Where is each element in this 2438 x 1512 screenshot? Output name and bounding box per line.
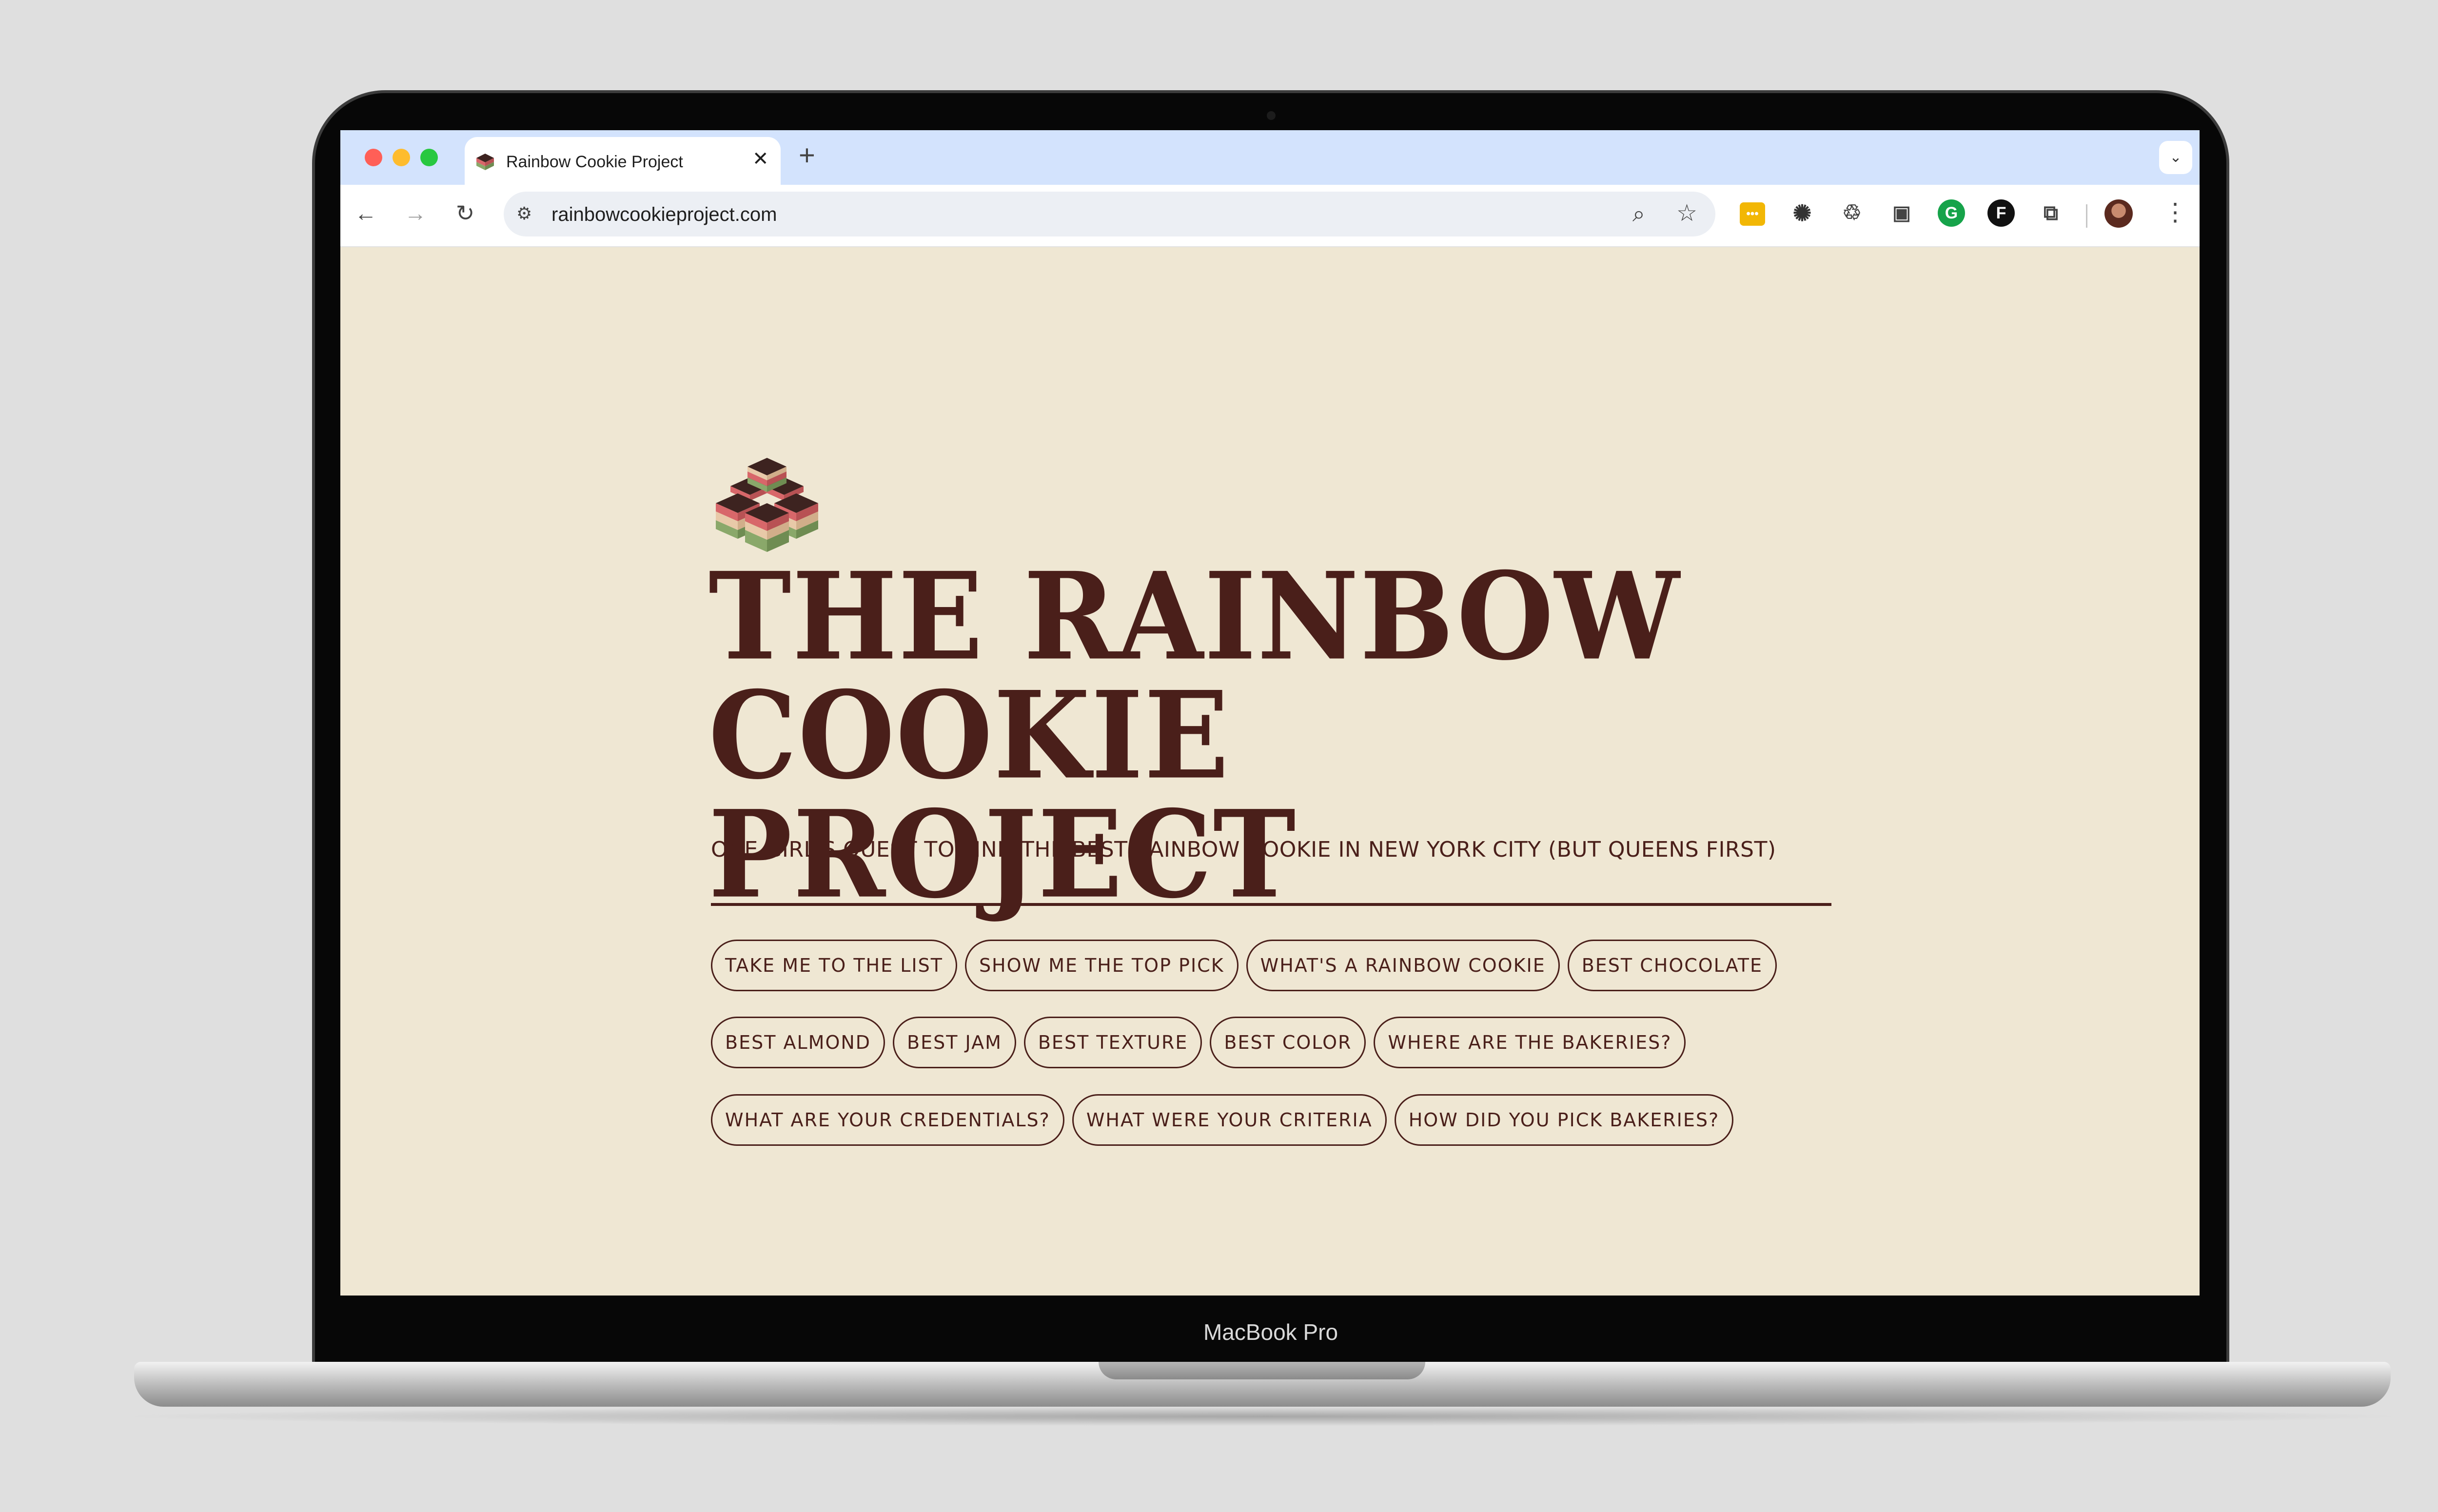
link-row-2: BEST ALMOND BEST JAM BEST TEXTURE BEST C… [711, 1017, 1686, 1068]
cookie-favicon-icon [476, 154, 494, 170]
zoom-icon[interactable]: ⌕ [1632, 200, 1645, 228]
maximize-window-button[interactable] [420, 149, 438, 166]
close-tab-icon[interactable]: ✕ [752, 148, 769, 170]
link-best-jam[interactable]: BEST JAM [893, 1017, 1016, 1068]
tab-search-icon[interactable]: ⌄ [2159, 141, 2192, 174]
tab-title: Rainbow Cookie Project [506, 153, 683, 171]
device-label: MacBook Pro [1203, 1319, 1338, 1345]
tab-rainbow-cookie-project[interactable]: Rainbow Cookie Project ✕ [465, 137, 781, 185]
bookmark-star-icon[interactable]: ☆ [1676, 199, 1697, 227]
link-how-did-you-pick-bakeries[interactable]: HOW DID YOU PICK BAKERIES? [1394, 1094, 1734, 1146]
link-where-are-the-bakeries[interactable]: WHERE ARE THE BAKERIES? [1374, 1017, 1686, 1068]
reload-button[interactable]: ↻ [451, 198, 480, 228]
link-row-3: WHAT ARE YOUR CREDENTIALS? WHAT WERE YOU… [711, 1094, 1734, 1146]
camera [1267, 111, 1276, 120]
site-info-icon[interactable]: ⚙ [516, 203, 532, 224]
browser-window: Rainbow Cookie Project ✕ + ⌄ ← → ↻ ⚙ rai… [340, 130, 2200, 1296]
tab-strip: Rainbow Cookie Project ✕ + ⌄ [340, 130, 2200, 185]
laptop-base-notch [1099, 1362, 1425, 1379]
link-best-texture[interactable]: BEST TEXTURE [1023, 1017, 1202, 1068]
url-text[interactable]: rainbowcookieproject.com [551, 204, 777, 226]
web-page: THE RAINBOW COOKIE PROJECT ONE GIRL'S QU… [340, 247, 2200, 1296]
profile-avatar[interactable] [2104, 199, 2133, 228]
back-button[interactable]: ← [351, 198, 380, 228]
address-bar[interactable]: ⚙ rainbowcookieproject.com ⌕ ☆ [504, 192, 1715, 236]
extension-folder-icon[interactable]: ▣ [1888, 199, 1915, 227]
toolbar-divider [2086, 204, 2087, 228]
extensions-puzzle-icon[interactable]: ⧉ [2037, 199, 2064, 227]
link-best-chocolate[interactable]: BEST CHOCOLATE [1567, 940, 1777, 991]
browser-toolbar: ← → ↻ ⚙ rainbowcookieproject.com ⌕ ☆ •••… [340, 185, 2200, 247]
new-tab-button[interactable]: + [799, 141, 815, 170]
link-whats-a-rainbow-cookie[interactable]: WHAT'S A RAINBOW COOKIE [1246, 940, 1560, 991]
link-row-1: TAKE ME TO THE LIST SHOW ME THE TOP PICK… [711, 940, 1777, 991]
link-what-were-your-criteria[interactable]: WHAT WERE YOUR CRITERIA [1072, 1094, 1387, 1146]
rainbow-cookie-logo-icon [716, 458, 818, 552]
laptop-shadow [112, 1407, 2414, 1426]
browser-menu-icon[interactable]: ⋮ [2163, 197, 2187, 227]
forward-button[interactable]: → [401, 198, 430, 228]
extension-recycle-icon[interactable]: ♲ [1838, 199, 1866, 227]
extension-grammarly-icon[interactable]: G [1938, 199, 1965, 227]
link-what-are-your-credentials[interactable]: WHAT ARE YOUR CREDENTIALS? [711, 1094, 1064, 1146]
extension-notes-icon[interactable]: ••• [1740, 202, 1765, 226]
link-show-me-the-top-pick[interactable]: SHOW ME THE TOP PICK [964, 940, 1239, 991]
link-take-me-to-the-list[interactable]: TAKE ME TO THE LIST [711, 940, 957, 991]
title-line-2: COOKIE PROJECT [708, 665, 1297, 925]
minimize-window-button[interactable] [393, 149, 410, 166]
link-best-almond[interactable]: BEST ALMOND [711, 1017, 885, 1068]
page-subtitle: ONE GIRL'S QUEST TO FIND THE BEST RAINBO… [711, 837, 1776, 862]
extension-f-icon[interactable]: F [1987, 199, 2015, 227]
divider-rule [711, 903, 1831, 906]
extension-gear-icon[interactable]: ✺ [1789, 199, 1816, 227]
link-best-color[interactable]: BEST COLOR [1210, 1017, 1366, 1068]
close-window-button[interactable] [365, 149, 382, 166]
